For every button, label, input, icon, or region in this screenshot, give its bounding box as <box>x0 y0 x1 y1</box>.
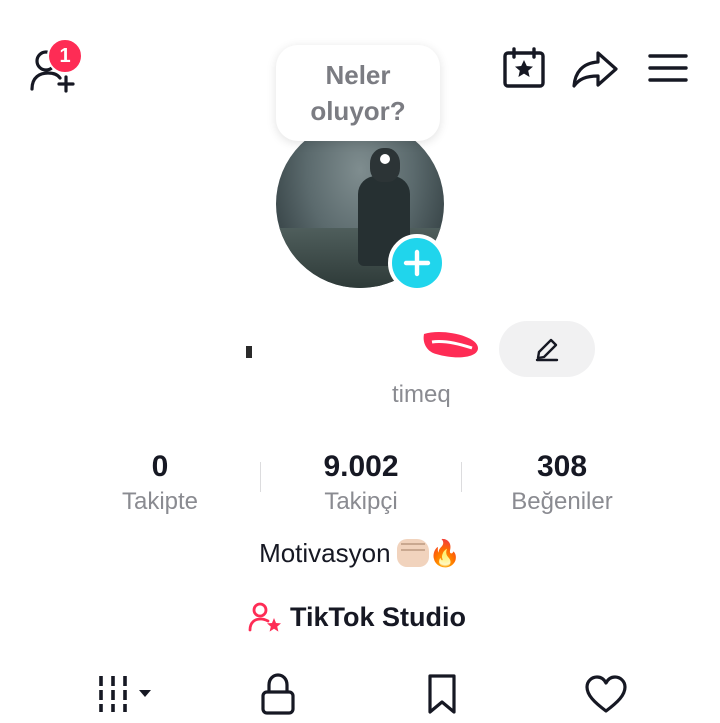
notification-badge: 1 <box>47 38 83 74</box>
tiktok-studio-link[interactable]: TikTok Studio <box>248 598 466 636</box>
bookmark-icon <box>428 674 456 714</box>
likes-label: Beğeniler <box>511 488 613 515</box>
followers-label: Takipçi <box>324 488 398 515</box>
share-icon <box>572 51 618 88</box>
videos-grid-icon <box>99 676 151 712</box>
pencil-icon <box>535 338 559 362</box>
bio-text: Motivasyon <box>259 538 391 568</box>
avatar-dot <box>380 154 390 164</box>
heart-icon <box>585 675 627 713</box>
plus-icon <box>403 249 431 277</box>
tab-private[interactable] <box>252 670 304 718</box>
tab-videos[interactable] <box>86 670 158 718</box>
person-star-icon <box>248 602 281 632</box>
add-story-button[interactable] <box>388 234 446 292</box>
tab-liked[interactable] <box>580 670 632 718</box>
fire-emoji: 🔥 <box>428 538 461 568</box>
menu-icon <box>648 54 688 82</box>
followers-stat[interactable]: 9.002 Takipçi <box>261 448 461 518</box>
following-label: Takipte <box>121 488 199 515</box>
following-stat[interactable]: 0 Takipte <box>60 448 260 518</box>
likes-stat[interactable]: 308 Beğeniler <box>462 448 662 518</box>
calendar-button[interactable] <box>500 46 548 90</box>
lock-icon <box>261 673 295 715</box>
calendar-star-icon <box>503 47 545 88</box>
likes-count: 308 <box>536 450 588 483</box>
status-bubble[interactable]: Neler oluyor? <box>276 45 440 141</box>
menu-button[interactable] <box>646 50 690 86</box>
tab-saved[interactable] <box>418 670 466 718</box>
share-button[interactable] <box>570 48 620 90</box>
followers-count: 9.002 <box>323 450 399 483</box>
following-count: 0 <box>151 450 169 483</box>
redacted-name <box>246 330 486 402</box>
fist-emoji-icon <box>396 539 429 567</box>
tiktok-studio-label: TikTok Studio <box>290 601 467 632</box>
status-bubble-text: Neler oluyor? <box>310 60 406 126</box>
bio: Motivasyon 🔥 <box>0 538 720 569</box>
edit-profile-button[interactable] <box>499 321 595 377</box>
